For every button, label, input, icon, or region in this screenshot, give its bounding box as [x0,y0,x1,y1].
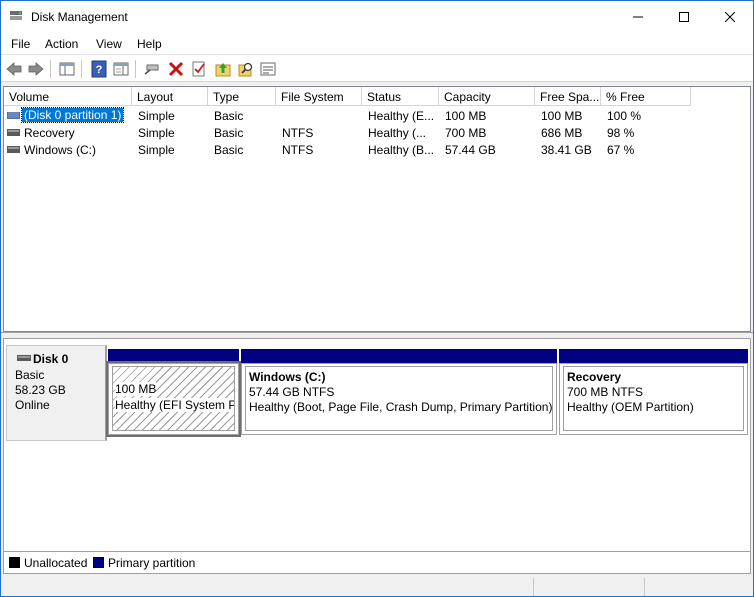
volume-status: Healthy (... [368,126,427,140]
disk-state: Online [15,398,50,412]
column-header-layout[interactable]: Layout [132,87,208,106]
menu-action[interactable]: Action [45,37,78,51]
minimize-button[interactable] [615,1,661,33]
partition-title: Windows (C:) [249,370,326,384]
partition-windows[interactable]: Windows (C:) 57.44 GB NTFS Healthy (Boot… [241,363,557,435]
legend-label-primary: Primary partition [108,556,196,570]
volume-capacity: 700 MB [445,126,487,140]
volume-type: Basic [214,143,244,157]
legend-label-unallocated: Unallocated [24,556,88,570]
volume-layout: Simple [138,109,175,123]
column-header-status[interactable]: Status [362,87,439,106]
column-header-volume[interactable]: Volume [4,87,132,106]
volume-free-space: 38.41 GB [541,143,592,157]
legend-swatch-primary [93,557,104,568]
volume-file-system: NTFS [282,143,314,157]
volume-file-system: NTFS [282,126,314,140]
column-header-free-space[interactable]: Free Spa... [535,87,601,106]
partition-status: Healthy (OEM Partition) [567,400,694,414]
volume-icon [7,112,20,119]
volume-type: Basic [214,126,244,140]
close-button[interactable] [707,1,753,33]
partition-status: Healthy (Boot, Page File, Crash Dump, Pr… [249,400,553,414]
legend: Unallocated Primary partition [3,552,751,574]
partition-status: Healthy (EFI System Partition) [115,398,234,412]
forward-icon[interactable] [27,60,45,78]
partition-recovery[interactable]: Recovery 700 MB NTFS Healthy (OEM Partit… [559,363,748,435]
volume-name: (Disk 0 partition 1) [20,107,125,123]
volume-percent-free: 67 % [607,143,635,157]
pane-splitter[interactable] [1,332,753,337]
disk-icon [17,355,31,361]
volume-layout: Simple [138,143,175,157]
legend-swatch-unallocated [9,557,20,568]
volume-status: Healthy (E... [368,109,435,123]
disk-size: 58.23 GB [15,383,66,397]
volume-name: Windows (C:) [24,143,97,157]
volume-type: Basic [214,109,244,123]
volume-name: Recovery [24,126,75,140]
disk-name: Disk 0 [33,352,69,366]
partition-header-strip [559,349,748,363]
menu-help[interactable]: Help [137,37,162,51]
partition-efi[interactable]: 100 MB Healthy (EFI System Partition) [106,361,241,437]
disk-type: Basic [15,368,45,382]
svg-text:?: ? [96,64,103,76]
disk-graphical-view: Disk 0 Basic 58.23 GB Online 100 MB Heal… [3,338,751,552]
column-header-percent-free[interactable]: % Free [601,87,691,106]
volume-percent-free: 98 % [607,126,635,140]
status-bar [1,576,753,596]
partition-header-strip [241,349,557,363]
partition-size: 700 MB NTFS [567,385,644,399]
volume-row[interactable]: (Disk 0 partition 1) Simple Basic Health… [4,107,750,124]
disk-management-window: Disk Management File Action View Help ? … [0,0,754,597]
volume-percent-free: 100 % [607,109,642,123]
up-folder-icon[interactable] [214,60,232,78]
column-header-type[interactable]: Type [208,87,276,106]
window-title: Disk Management [31,10,128,24]
column-header-file-system[interactable]: File System [276,87,362,106]
disk-label[interactable]: Disk 0 Basic 58.23 GB Online [6,345,107,441]
volume-status: Healthy (B... [368,143,435,157]
volume-row[interactable]: Recovery Simple Basic NTFS Healthy (... … [4,124,750,141]
partition-header-strip [108,349,239,363]
volume-capacity: 57.44 GB [445,143,496,157]
disk-management-app-icon [10,11,22,20]
volume-list: Volume Layout Type File System Status Ca… [3,86,751,332]
volume-free-space: 686 MB [541,126,583,140]
partition-title: Recovery [567,370,622,384]
connect-icon[interactable] [143,60,161,78]
help-icon[interactable]: ? [90,60,108,78]
minimize-icon [633,16,643,18]
title-bar[interactable]: Disk Management [1,1,753,33]
check-icon[interactable] [190,60,208,78]
menu-bar: File Action View Help [1,33,753,55]
properties-pane-icon[interactable] [112,60,130,78]
partition-size: 100 MB [115,382,157,396]
console-tree-icon[interactable] [58,60,76,78]
close-icon [725,12,735,22]
partition-size: 57.44 GB NTFS [249,385,335,399]
menu-view[interactable]: View [96,37,122,51]
volume-icon [7,129,20,136]
volume-icon [7,146,20,153]
menu-file[interactable]: File [11,37,30,51]
search-icon[interactable] [237,60,255,78]
maximize-button[interactable] [661,1,707,33]
volume-row[interactable]: Windows (C:) Simple Basic NTFS Healthy (… [4,141,750,158]
column-header-capacity[interactable]: Capacity [439,87,535,106]
volume-free-space: 100 MB [541,109,583,123]
back-icon[interactable] [5,60,23,78]
toolbar: ? [1,55,753,82]
volume-capacity: 100 MB [445,109,487,123]
volume-layout: Simple [138,126,175,140]
maximize-icon [679,12,689,22]
settings-list-icon[interactable] [259,60,277,78]
delete-icon[interactable] [167,60,185,78]
